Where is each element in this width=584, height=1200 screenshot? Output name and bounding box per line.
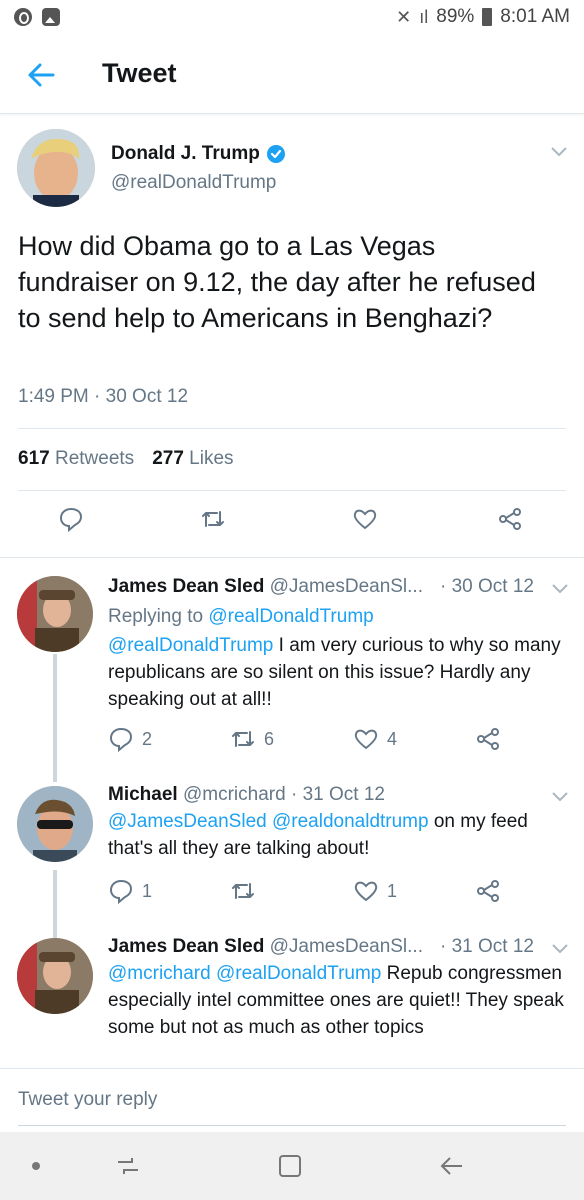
image-notification-icon (42, 8, 60, 26)
battery-icon (482, 8, 493, 26)
replying-to: Replying to @realDonaldTrump (108, 606, 374, 628)
like-count: 1 (387, 880, 398, 901)
retweet-icon (232, 883, 254, 899)
reply-avatar[interactable] (17, 938, 93, 1014)
tweet-actions (0, 506, 584, 546)
mute-icon: ✕ (396, 6, 412, 27)
reply-date: · 31 Oct 12 (440, 936, 534, 957)
reply-date: · 31 Oct 12 (290, 784, 385, 805)
share-icon (499, 508, 521, 530)
reply-bubble-icon (109, 727, 133, 752)
music-notification-icon (14, 8, 32, 26)
mention-link[interactable]: @JamesDeanSled (108, 811, 267, 832)
reply-header: James Dean Sled @JamesDeanSl... (108, 576, 423, 598)
share-button[interactable] (475, 726, 501, 752)
reply-author-name[interactable]: James Dean Sled (108, 576, 264, 597)
reply-author-handle[interactable]: @JamesDeanSl... (270, 936, 423, 957)
recent-apps-icon[interactable] (112, 1150, 144, 1182)
heart-icon (353, 509, 377, 530)
heart-icon (354, 881, 378, 902)
replying-to-label: Replying to (108, 606, 204, 627)
tweet-text: How did Obama go to a Las Vegas fundrais… (18, 231, 536, 333)
retweet-count: 6 (264, 728, 275, 749)
retweet-button[interactable] (200, 506, 226, 532)
author-handle[interactable]: @realDonaldTrump (111, 172, 276, 194)
battery-percent: 89% (436, 6, 475, 27)
reply-count: 1 (142, 880, 153, 901)
like-count: 4 (387, 728, 398, 749)
share-icon (477, 880, 499, 902)
chevron-down-icon[interactable] (552, 944, 568, 954)
chevron-down-icon[interactable] (552, 584, 568, 594)
reply-author-name[interactable]: James Dean Sled (108, 936, 264, 957)
retweet-button[interactable]: 6 (230, 726, 274, 752)
author-name[interactable]: Donald J. Trump (111, 143, 260, 165)
thread-line (53, 918, 57, 936)
reply-button[interactable] (58, 506, 84, 532)
replying-to-link[interactable]: @realDonaldTrump (208, 606, 373, 627)
share-icon (477, 728, 499, 750)
system-nav-bar (0, 1132, 584, 1200)
reply-input[interactable]: Tweet your reply (18, 1089, 157, 1111)
likes-count: 277 (152, 448, 184, 469)
top-bar: Tweet (0, 34, 584, 114)
reply-text: @realDonaldTrump I am very curious to wh… (108, 632, 568, 713)
arrow-left-icon[interactable] (26, 60, 56, 90)
likes-stat[interactable]: 277 Likes (152, 448, 233, 470)
home-icon[interactable] (274, 1150, 306, 1182)
page-title: Tweet (102, 58, 177, 88)
like-button[interactable]: 1 (353, 878, 397, 904)
reply-count: 2 (142, 728, 153, 749)
reply-author-name[interactable]: Michael (108, 784, 178, 805)
clock: 8:01 AM (500, 6, 570, 27)
mention-link[interactable]: @mcrichard (108, 963, 211, 984)
thread-line (53, 768, 57, 782)
dot-icon[interactable] (20, 1150, 52, 1182)
verified-badge-icon (266, 145, 285, 163)
reply-composer[interactable]: Tweet your reply (0, 1068, 584, 1130)
retweet-button[interactable] (230, 878, 256, 904)
likes-label: Likes (189, 448, 234, 469)
thread-line (53, 654, 57, 774)
like-button[interactable] (352, 506, 378, 532)
reply-avatar[interactable] (17, 786, 93, 862)
reply-bubble-icon (59, 507, 83, 532)
reply-date: · 30 Oct 12 (440, 576, 534, 597)
chevron-down-icon[interactable] (552, 792, 568, 802)
reply-text: @mcrichard @realDonaldTrump Repub congre… (108, 960, 568, 1041)
mention-link[interactable]: @realDonaldTrump (216, 963, 381, 984)
status-bar: ✕ ıl 89% 8:01 AM (0, 0, 584, 34)
reply-avatar[interactable] (17, 576, 93, 652)
reply-header: Michael @mcrichard · 31 Oct 12 (108, 784, 385, 806)
section-divider (0, 557, 584, 558)
mention-link[interactable]: @realDonaldTrump (108, 635, 273, 656)
input-underline (18, 1125, 566, 1126)
share-button[interactable] (497, 506, 523, 532)
divider (18, 428, 566, 429)
retweets-count: 617 (18, 448, 50, 469)
reply-button[interactable]: 2 (108, 726, 152, 752)
chevron-down-icon[interactable] (551, 147, 567, 157)
reply-header: James Dean Sled @JamesDeanSl... (108, 936, 423, 958)
reply-button[interactable]: 1 (108, 878, 152, 904)
mention-link[interactable]: @realdonaldtrump (272, 811, 429, 832)
retweets-label: Retweets (54, 448, 135, 469)
retweet-icon (232, 731, 254, 747)
tweet-timestamp: 1:49 PM · 30 Oct 12 (18, 386, 189, 407)
reply-text: @JamesDeanSled @realdonaldtrump on my fe… (108, 808, 568, 862)
retweets-stat[interactable]: 617 Retweets (18, 448, 134, 470)
retweet-icon (202, 511, 224, 527)
tweet-stats: 617 Retweets 277 Likes (18, 448, 234, 470)
reply-author-handle[interactable]: @mcrichard (183, 784, 286, 805)
wifi-signal-icon: ıl (419, 6, 429, 27)
back-icon[interactable] (436, 1150, 468, 1182)
heart-icon (354, 729, 378, 750)
reply-bubble-icon (109, 879, 133, 904)
like-button[interactable]: 4 (353, 726, 397, 752)
divider (18, 490, 566, 491)
share-button[interactable] (475, 878, 501, 904)
author-avatar[interactable] (17, 129, 95, 207)
reply-author-handle[interactable]: @JamesDeanSl... (270, 576, 423, 597)
